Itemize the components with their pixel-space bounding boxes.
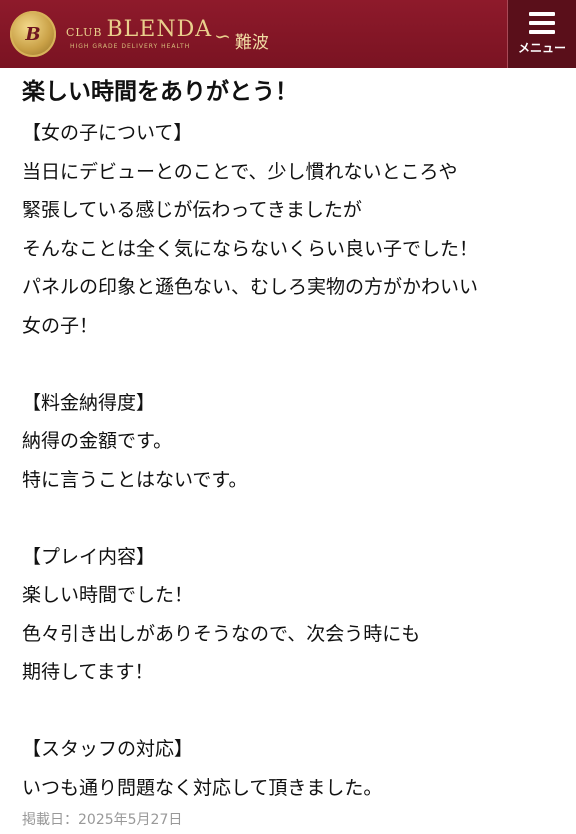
- review-title: 楽しい時間をありがとう！: [22, 79, 298, 105]
- crest-icon: B: [10, 11, 56, 57]
- menu-button[interactable]: メニュー: [507, 0, 576, 68]
- site-header: B CLUB BLENDA HIGH GRADE DELIVERY HEALTH…: [0, 0, 576, 68]
- review-line: 色々引き出しがありそうなので、次会う時にも: [22, 622, 421, 645]
- review-line: いつも通り問題なく対応して頂きました。: [22, 776, 383, 799]
- flourish-icon: ∽: [214, 24, 231, 48]
- review-content: 楽しい時間をありがとう！ 【女の子について】 当日にデビューとのことで、少し慣れ…: [0, 68, 576, 829]
- logo-club: CLUB: [66, 25, 103, 39]
- review-line: 緊張している感じが伝わってきましたが: [22, 199, 362, 221]
- review-line: 当日にデビューとのことで、少し慣れないところや: [22, 160, 458, 183]
- review-line: 女の子！: [22, 314, 99, 337]
- review-line: 納得の金額です。: [22, 430, 173, 452]
- menu-label: メニュー: [517, 41, 566, 55]
- logo-tagline: HIGH GRADE DELIVERY HEALTH: [70, 42, 191, 50]
- review-body: 【女の子について】 当日にデビューとのことで、少し慣れないところや 緊張している…: [22, 114, 576, 807]
- brand-text: CLUB BLENDA HIGH GRADE DELIVERY HEALTH: [66, 16, 213, 50]
- area-label: 難波: [234, 32, 269, 53]
- review-line: 特に言うことはないです。: [22, 468, 248, 491]
- section-heading-staff: 【スタッフの対応】: [22, 738, 194, 760]
- review-line: パネルの印象と遜色ない、むしろ実物の方がかわいい: [22, 276, 479, 298]
- section-heading-girl: 【女の子について】: [22, 122, 193, 144]
- hamburger-icon: [529, 12, 555, 34]
- logo-name: BLENDA: [106, 16, 213, 42]
- review-line: 楽しい時間でした！: [22, 584, 194, 606]
- review-line: そんなことは全く気にならないくらい良い子でした！: [22, 237, 479, 260]
- site-logo[interactable]: B CLUB BLENDA HIGH GRADE DELIVERY HEALTH…: [10, 6, 269, 62]
- posted-date: 掲載日：2025年5月27日: [22, 812, 183, 828]
- section-heading-play: 【プレイ内容】: [22, 545, 156, 568]
- section-heading-price: 【料金納得度】: [22, 391, 156, 414]
- review-line: 期待してます！: [22, 661, 154, 683]
